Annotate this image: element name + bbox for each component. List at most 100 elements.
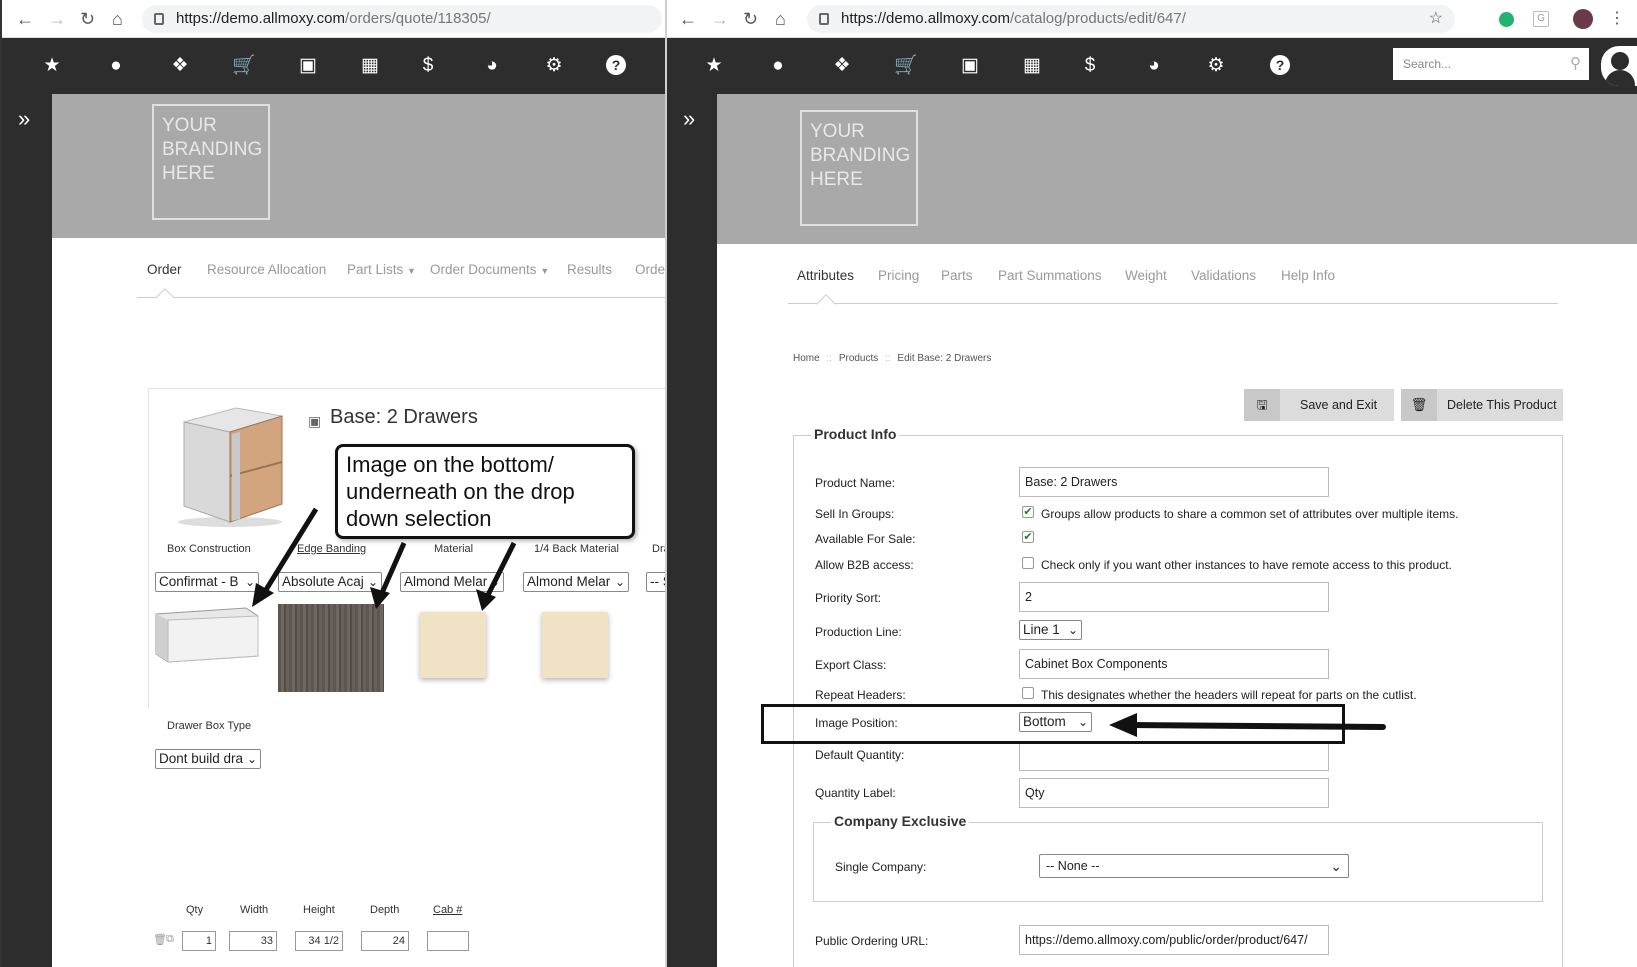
default-quantity-input[interactable] — [1019, 741, 1329, 771]
single-company-label: Single Company: — [835, 860, 927, 874]
product-info-legend: Product Info — [811, 426, 900, 442]
drawer-select[interactable]: -- S — [646, 572, 667, 592]
reload-icon[interactable]: ↻ — [743, 9, 758, 29]
dollar-icon[interactable]: $ — [1078, 55, 1102, 77]
cart-icon[interactable]: 🛒 — [232, 55, 256, 77]
store-icon[interactable]: ▦ — [358, 55, 382, 77]
branding-logo: YOUR BRANDING HERE — [152, 104, 270, 220]
search-input[interactable]: Search... ⚲ — [1393, 48, 1589, 80]
product-name-input[interactable]: Base: 2 Drawers — [1019, 467, 1329, 497]
tab-order-documents-label: Order Documents — [430, 262, 537, 277]
tab-order-more[interactable]: Orde — [635, 262, 665, 277]
allow-b2b-checkbox[interactable] — [1022, 557, 1034, 569]
tab-order[interactable]: Order — [147, 262, 182, 277]
expand-sidebar-icon[interactable]: » — [18, 108, 30, 130]
production-line-select[interactable]: Line 1 ⌄ — [1019, 620, 1082, 640]
home-icon[interactable]: ⌂ — [112, 9, 123, 29]
star-icon[interactable]: ★ — [40, 55, 64, 77]
single-company-select[interactable]: -- None -- ⌄ — [1039, 854, 1349, 878]
gear-icon[interactable]: ⚙ — [1204, 55, 1228, 77]
tab-validations[interactable]: Validations — [1191, 268, 1256, 283]
address-bar[interactable]: https://demo.allmoxy.com/catalog/product… — [807, 5, 1455, 33]
store-icon[interactable]: ▦ — [1020, 55, 1044, 77]
breadcrumb-home[interactable]: Home — [793, 353, 820, 364]
delete-product-button[interactable]: 🗑 Delete This Product — [1401, 389, 1563, 421]
tab-part-lists[interactable]: Part Lists ▼ — [347, 262, 416, 277]
copy-icon[interactable]: ⧉ — [166, 933, 174, 946]
export-class-label: Export Class: — [815, 658, 887, 672]
depth-input[interactable]: 24 — [361, 931, 409, 951]
floppy-disk-icon: 🖫 — [1244, 389, 1280, 421]
dim-header-cab[interactable]: Cab # — [433, 904, 462, 916]
cubes-icon[interactable]: ❖ — [830, 55, 854, 77]
quantity-label-input[interactable]: Qty — [1019, 778, 1329, 808]
priority-sort-input[interactable]: 2 — [1019, 582, 1329, 612]
dollar-icon[interactable]: $ — [416, 55, 440, 77]
tab-results[interactable]: Results — [567, 262, 612, 277]
back-material-select[interactable]: Almond Melar ⌄ — [523, 572, 629, 592]
tab-parts[interactable]: Parts — [941, 268, 973, 283]
users-icon[interactable]: ● — [104, 55, 128, 77]
tab-help-info[interactable]: Help Info — [1281, 268, 1335, 283]
dim-header-height: Height — [303, 904, 335, 916]
height-input[interactable]: 34 1/2 — [295, 931, 343, 951]
repeat-headers-checkbox[interactable] — [1022, 687, 1034, 699]
forward-icon[interactable]: → — [48, 9, 66, 29]
box-icon[interactable]: ▣ — [296, 55, 320, 77]
pie-chart-icon[interactable]: ◕ — [1142, 55, 1166, 77]
expand-sidebar-icon[interactable]: » — [683, 108, 695, 130]
menu-kebab-icon[interactable]: ⋮ — [1609, 8, 1625, 28]
export-class-input[interactable]: Cabinet Box Components — [1019, 649, 1329, 679]
back-icon[interactable]: ← — [679, 9, 697, 29]
back-icon[interactable]: ← — [16, 9, 34, 29]
bookmark-star-icon[interactable]: ☆ — [1429, 5, 1443, 33]
tab-part-summations[interactable]: Part Summations — [998, 268, 1102, 283]
cart-icon[interactable]: 🛒 — [894, 55, 918, 77]
available-for-sale-checkbox[interactable]: ✔ — [1022, 531, 1034, 543]
star-icon[interactable]: ★ — [702, 55, 726, 77]
save-and-exit-button[interactable]: 🖫 Save and Exit — [1244, 389, 1394, 421]
repeat-headers-hint: This designates whether the headers will… — [1041, 688, 1417, 702]
cab-number-input[interactable] — [427, 931, 469, 951]
sell-in-groups-label: Sell In Groups: — [815, 507, 895, 521]
cubes-icon[interactable]: ❖ — [168, 55, 192, 77]
extension-icon[interactable] — [1499, 12, 1514, 27]
breadcrumb-products[interactable]: Products — [839, 353, 878, 364]
profile-avatar[interactable] — [1573, 9, 1593, 29]
public-url-input[interactable]: https://demo.allmoxy.com/public/order/pr… — [1019, 925, 1329, 955]
tab-attributes[interactable]: Attributes — [797, 268, 854, 283]
gear-icon[interactable]: ⚙ — [542, 55, 566, 77]
product-tabs: Attributes Pricing Parts Part Summations… — [797, 268, 1597, 298]
material-image — [420, 612, 486, 678]
url-host: https://demo.allmoxy.com — [841, 10, 1010, 27]
default-quantity-label: Default Quantity: — [815, 748, 905, 762]
drawer-box-type-select[interactable]: Dont build dra ⌄ — [155, 749, 261, 769]
user-avatar-icon[interactable] — [1601, 46, 1637, 86]
help-icon[interactable]: ? — [606, 55, 626, 75]
tab-weight[interactable]: Weight — [1125, 268, 1167, 283]
trash-icon[interactable]: 🗑 — [153, 933, 167, 946]
qty-input[interactable]: 1 — [182, 931, 216, 951]
pie-chart-icon[interactable]: ◕ — [480, 55, 504, 77]
dim-header-width: Width — [240, 904, 269, 916]
back-material-image — [542, 612, 608, 678]
search-icon[interactable]: ⚲ — [1570, 48, 1581, 80]
product-title: Base: 2 Drawers — [330, 406, 478, 428]
tab-pricing[interactable]: Pricing — [878, 268, 919, 283]
forward-icon[interactable]: → — [711, 9, 729, 29]
reload-icon[interactable]: ↻ — [80, 9, 95, 29]
url-path: /orders/quote/118305/ — [344, 10, 491, 27]
address-bar[interactable]: https://demo.allmoxy.com/orders/quote/11… — [142, 5, 662, 33]
tab-order-documents[interactable]: Order Documents ▼ — [430, 262, 549, 277]
users-icon[interactable]: ● — [766, 55, 790, 77]
right-browser-window: ← → ↻ ⌂ https://demo.allmoxy.com/catalog… — [667, 0, 1637, 967]
trash-icon: 🗑 — [1401, 389, 1437, 421]
help-icon[interactable]: ? — [1270, 55, 1290, 75]
box-icon[interactable]: ▣ — [958, 55, 982, 77]
grammar-extension-icon[interactable]: G — [1533, 11, 1549, 27]
home-icon[interactable]: ⌂ — [775, 9, 786, 29]
width-input[interactable]: 33 — [229, 931, 277, 951]
available-for-sale-label: Available For Sale: — [815, 532, 916, 546]
sell-in-groups-checkbox[interactable]: ✔ — [1022, 506, 1034, 518]
tab-resource-allocation[interactable]: Resource Allocation — [207, 262, 326, 277]
